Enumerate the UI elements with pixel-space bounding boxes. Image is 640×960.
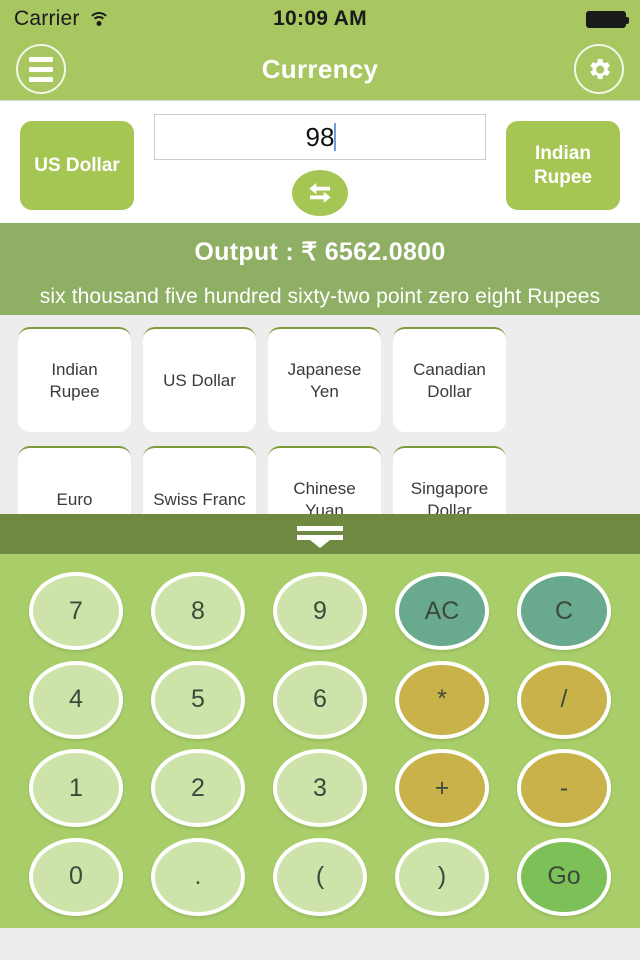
key-6[interactable]: 6 <box>273 660 367 739</box>
navigation-bar: Currency <box>0 38 640 100</box>
page-title: Currency <box>261 53 379 84</box>
key-8[interactable]: 8 <box>151 572 245 651</box>
output-panel: Output : ₹ 6562.0800 six thousand five h… <box>0 223 640 315</box>
output-result: Output : ₹ 6562.0800 <box>194 238 446 266</box>
currency-card[interactable]: Euro <box>18 446 131 514</box>
key-ac[interactable]: AC <box>395 572 489 651</box>
key-4[interactable]: 4 <box>29 660 123 739</box>
menu-bar-line <box>29 66 53 72</box>
from-currency-button[interactable]: US Dollar <box>20 121 134 210</box>
key-[interactable]: - <box>517 749 611 828</box>
swap-arrows-icon[interactable] <box>292 170 348 216</box>
status-bar: Carrier 10:09 AM <box>0 0 640 38</box>
key-[interactable]: * <box>395 660 489 739</box>
currency-card[interactable]: Japanese Yen <box>268 327 381 432</box>
key-[interactable]: + <box>395 749 489 828</box>
status-bar-right <box>586 10 629 28</box>
gear-glyph <box>590 58 610 80</box>
currency-card[interactable]: Chinese Yuan <box>268 446 381 514</box>
key-7[interactable]: 7 <box>29 572 123 651</box>
menu-bar-line <box>29 76 53 82</box>
chevron-down-icon <box>310 540 330 548</box>
currency-card-grid[interactable]: Indian Rupee US Dollar Japanese Yen Canadia… <box>0 315 640 514</box>
output-words: six thousand five hundred sixty-two poin… <box>39 285 601 308</box>
calculator-keypad[interactable]: 7 8 9 AC C 4 5 6 * / 1 2 3 + - 0. () Go <box>0 554 640 928</box>
key-0[interactable]: 0 <box>29 837 123 916</box>
key-[interactable]: ( <box>273 837 367 916</box>
status-bar-clock: 10:09 AM <box>273 7 367 30</box>
key-1[interactable]: 1 <box>29 749 123 828</box>
hamburger-menu-icon[interactable] <box>16 44 66 94</box>
key-[interactable]: / <box>517 660 611 739</box>
swap-glyph <box>309 183 331 203</box>
currency-card[interactable]: Canadian Dollar <box>393 327 506 432</box>
currency-card[interactable]: Indian Rupee <box>18 327 131 432</box>
amount-input[interactable] <box>154 114 486 160</box>
key-9[interactable]: 9 <box>273 572 367 651</box>
app-root: Carrier 10:09 AM Currency US Dollar Indi… <box>0 0 640 960</box>
gear-icon[interactable] <box>574 44 624 94</box>
menu-bar-line <box>29 56 53 62</box>
to-currency-button[interactable]: Indian Rupee <box>506 121 620 210</box>
key-3[interactable]: 3 <box>273 749 367 828</box>
drag-handle-icon[interactable] <box>0 514 640 554</box>
key-5[interactable]: 5 <box>151 660 245 739</box>
currency-card[interactable]: Singapore Dollar <box>393 446 506 514</box>
key-c[interactable]: C <box>517 572 611 651</box>
text-caret <box>334 123 336 151</box>
currency-card[interactable]: US Dollar <box>143 327 256 432</box>
key-[interactable]: . <box>151 837 245 916</box>
key-[interactable]: ) <box>395 837 489 916</box>
key-go[interactable]: Go <box>517 837 611 916</box>
battery-full-icon <box>586 10 629 28</box>
key-2[interactable]: 2 <box>151 749 245 828</box>
currency-card[interactable]: Swiss Franc <box>143 446 256 514</box>
handle-line <box>297 526 343 531</box>
